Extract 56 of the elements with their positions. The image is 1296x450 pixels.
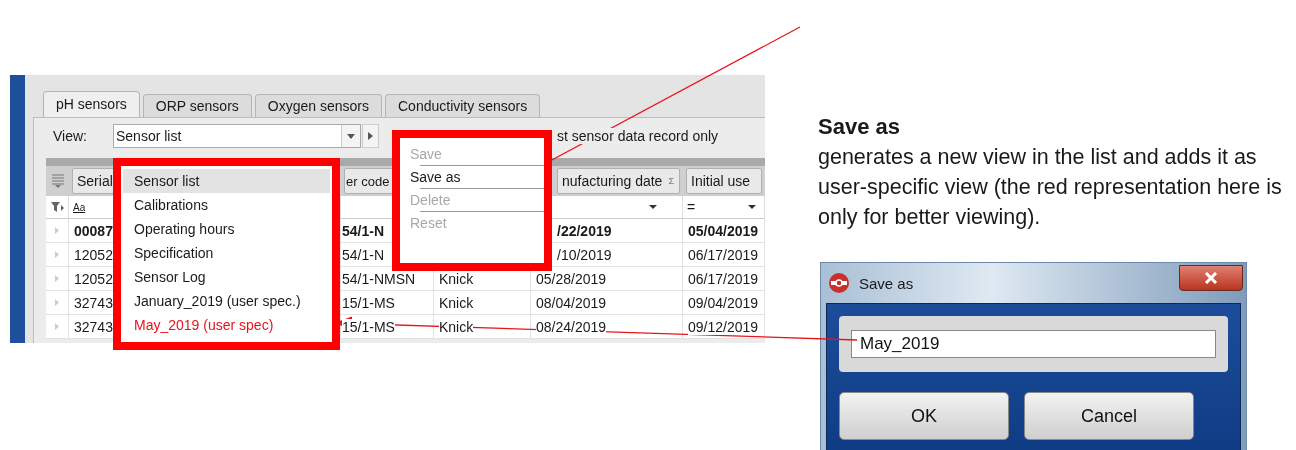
name-input-field[interactable]: May_2019 (851, 330, 1216, 358)
filter-icon (50, 201, 64, 213)
table-cell: 08/24/2019 (536, 318, 607, 335)
menu-item[interactable]: January_2019 (user spec.) (123, 289, 330, 313)
column-header[interactable]: Initial use (686, 168, 762, 194)
row-arrow-icon (55, 227, 59, 234)
filter-operator[interactable]: = (687, 199, 696, 215)
callout-text: generates a new view in the list and adds it as user-specific view (the red representation here is only for better viewing). (818, 144, 1283, 231)
menu-item[interactable]: Operating hours (123, 217, 330, 241)
dialog-button[interactable]: Cancel (1024, 392, 1194, 440)
view-label: View: (53, 128, 88, 144)
tab[interactable]: Conductivity sensors (385, 94, 541, 117)
table-cell: 05/28/2019 (536, 270, 607, 287)
dialog-title: Save as (859, 274, 914, 292)
menu-arrow-button[interactable] (362, 124, 379, 148)
text-filter-icon: Aa (73, 201, 86, 213)
menu-item[interactable]: Sensor Log (123, 265, 330, 289)
table-cell: Knick (439, 294, 474, 311)
row-arrow-icon (55, 323, 59, 330)
menu-item[interactable]: Specification (123, 241, 330, 265)
table-cell: 06/17/2019 (688, 270, 759, 287)
option-label: st sensor data record only (557, 128, 719, 144)
tab[interactable]: Oxygen sensors (254, 94, 382, 117)
menu-item[interactable]: Calibrations (123, 193, 330, 217)
caret-icon (748, 205, 756, 209)
callout-title: Save as (818, 113, 901, 141)
menu-item[interactable]: Sensor list (123, 169, 330, 193)
dialog-button[interactable]: OK (839, 392, 1009, 440)
view-dropdown[interactable]: Sensor list (113, 124, 361, 148)
arrow-right-icon (368, 132, 373, 140)
app-logo-icon (829, 273, 849, 293)
tab[interactable]: ORP sensors (142, 94, 252, 117)
close-button[interactable] (1179, 265, 1243, 291)
table-cell: 54/1-N (342, 246, 385, 263)
table-cell: Knick (439, 318, 474, 335)
caret-icon (649, 205, 657, 209)
menu-item[interactable]: May_2019 (user spec) (123, 313, 330, 337)
table-cell: 09/04/2019 (688, 294, 759, 311)
table-cell: 05/04/2019 (688, 222, 759, 239)
table-cell: 54/1-N (342, 222, 385, 239)
table-cell: 06/17/2019 (688, 246, 759, 263)
table-cell: 09/12/2019 (688, 318, 759, 335)
tab[interactable]: pH sensors (43, 91, 140, 117)
column-chooser-icon (51, 174, 64, 188)
table-cell: /10/2019 (557, 246, 612, 263)
table-cell: 15/1-MS (342, 318, 395, 335)
table-cell: 54/1-NMSN (342, 270, 416, 287)
table-cell: /22/2019 (557, 222, 612, 239)
row-arrow-icon (55, 251, 59, 258)
table-cell: 15/1-MS (342, 294, 395, 311)
close-icon (1204, 272, 1218, 284)
caret-icon (347, 133, 355, 139)
row-arrow-icon (55, 299, 59, 306)
column-header[interactable]: nufacturing date Σ (557, 168, 680, 194)
table-cell: 08/04/2019 (536, 294, 607, 311)
row-arrow-icon (55, 275, 59, 282)
